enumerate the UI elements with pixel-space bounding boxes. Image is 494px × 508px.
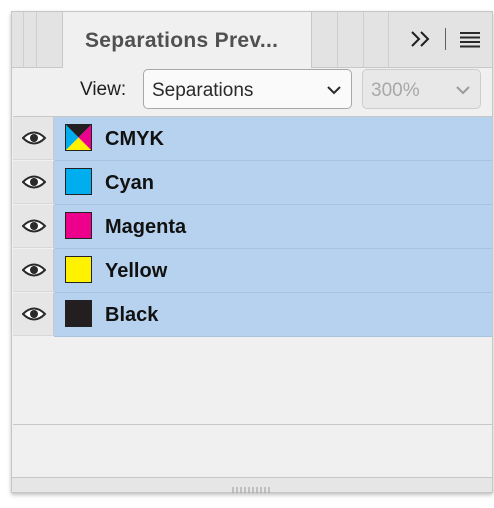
panel-footer	[12, 425, 492, 477]
separation-label: Cyan	[105, 172, 154, 194]
view-label: View:	[80, 79, 127, 100]
separation-label: Yellow	[105, 260, 168, 282]
yellow-swatch	[65, 256, 92, 283]
list-item-yellow[interactable]: Yellow	[13, 249, 492, 293]
list-empty-area	[13, 337, 54, 424]
separation-row-body[interactable]: Cyan	[54, 161, 492, 205]
toolbar-divider	[445, 28, 446, 50]
cmyk-composite-icon	[65, 124, 92, 151]
eye-icon[interactable]	[21, 216, 47, 236]
separation-row-body[interactable]: Yellow	[54, 249, 492, 293]
visibility-cell[interactable]	[13, 249, 54, 292]
separation-row-body[interactable]: Magenta	[54, 205, 492, 249]
chevron-down-icon	[455, 83, 471, 95]
hamburger-menu-icon[interactable]	[458, 27, 482, 51]
eye-icon[interactable]	[21, 304, 47, 324]
eye-icon[interactable]	[21, 260, 47, 280]
list-item-cmyk[interactable]: CMYK	[13, 117, 492, 161]
tab-bar-grip-line	[337, 12, 338, 67]
resize-grip-icon[interactable]	[231, 481, 271, 493]
separations-preview-panel: Separations Prev... View: Separations 30…	[11, 11, 493, 493]
magenta-swatch	[65, 212, 92, 239]
zoom-dropdown[interactable]: 300%	[362, 69, 481, 109]
separation-label: Magenta	[105, 216, 187, 238]
chevron-down-icon	[326, 83, 342, 95]
separations-list: CMYK Cyan Magenta Yellow Black	[13, 116, 492, 425]
tab-title: Separations Prev...	[85, 29, 279, 52]
separation-label: CMYK	[105, 128, 164, 150]
visibility-cell[interactable]	[13, 161, 54, 204]
list-item-black[interactable]: Black	[13, 293, 492, 337]
visibility-cell[interactable]	[13, 117, 54, 160]
cyan-swatch	[65, 168, 92, 195]
panel-resize-bar[interactable]	[12, 477, 492, 493]
black-swatch	[65, 300, 92, 327]
separation-row-body[interactable]: CMYK	[54, 117, 492, 161]
tab-bar-grip-line	[363, 12, 364, 67]
list-item-magenta[interactable]: Magenta	[13, 205, 492, 249]
tab-bar-grip-line	[36, 12, 37, 67]
tab-bar-grip-line	[388, 12, 389, 67]
list-item-cyan[interactable]: Cyan	[13, 161, 492, 205]
view-dropdown-value: Separations	[152, 80, 254, 101]
visibility-cell[interactable]	[13, 205, 54, 248]
eye-icon[interactable]	[21, 172, 47, 192]
eye-icon[interactable]	[21, 128, 47, 148]
panel-tab-bar: Separations Prev...	[12, 12, 492, 68]
double-chevron-right-icon[interactable]	[408, 26, 434, 52]
zoom-dropdown-value: 300%	[371, 80, 420, 101]
view-dropdown[interactable]: Separations	[143, 69, 352, 109]
separation-label: Black	[105, 304, 159, 326]
tab-separations-preview[interactable]: Separations Prev...	[62, 12, 312, 68]
separation-row-body[interactable]: Black	[54, 293, 492, 337]
visibility-cell[interactable]	[13, 293, 54, 336]
tab-bar-grip-line	[23, 12, 24, 67]
